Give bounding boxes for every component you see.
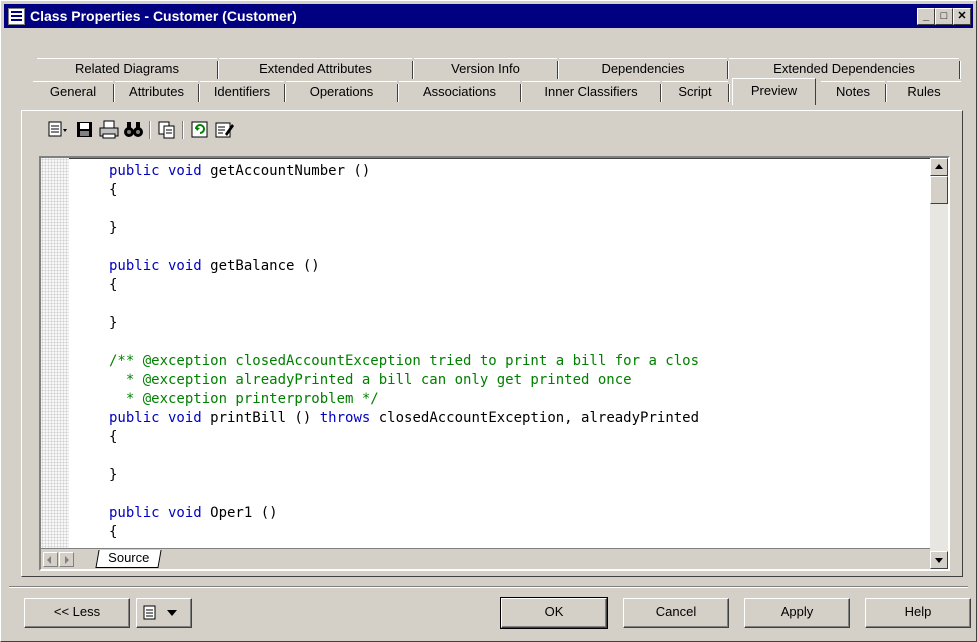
help-button[interactable]: Help — [865, 598, 971, 628]
editor-gutter — [41, 158, 69, 549]
code-token: { — [109, 429, 118, 445]
options-menu-button[interactable] — [136, 598, 192, 628]
title-bar[interactable]: Class Properties - Customer (Customer) _… — [4, 4, 973, 28]
code-line: * @exception alreadyPrinted a bill can o… — [109, 371, 699, 390]
tab-operations[interactable]: Operations — [286, 81, 399, 102]
tab-inner-classifiers[interactable]: Inner Classifiers — [522, 81, 662, 102]
code-keyword: public void — [109, 505, 202, 521]
apply-button[interactable]: Apply — [744, 598, 850, 628]
scroll-thumb[interactable] — [930, 176, 948, 204]
button-divider — [9, 586, 968, 588]
scroll-up-button[interactable] — [930, 158, 948, 176]
tab-related-diagrams[interactable]: Related Diagrams — [37, 58, 219, 79]
copy-icon[interactable] — [156, 119, 178, 141]
code-token: getBalance () — [201, 258, 320, 274]
code-token: { — [109, 182, 118, 198]
code-token: { — [109, 524, 118, 540]
code-token: printBill () — [201, 410, 320, 426]
tab-notes[interactable]: Notes — [821, 81, 887, 102]
code-line: public void getBalance () — [109, 257, 699, 276]
code-keyword: throws — [319, 410, 371, 426]
source-tab[interactable]: Source — [95, 550, 162, 568]
scroll-tabs-left-button[interactable] — [43, 552, 58, 567]
code-line: { — [109, 276, 699, 295]
tab-identifiers[interactable]: Identifiers — [200, 81, 286, 102]
dialog-window: Class Properties - Customer (Customer) _… — [0, 0, 977, 642]
tab-dependencies[interactable]: Dependencies — [559, 58, 729, 79]
edit-icon[interactable] — [213, 119, 235, 141]
tab-row-front: General Attributes Identifiers Operation… — [1, 78, 976, 105]
code-line: public void printBill () throws closedAc… — [109, 409, 699, 428]
tab-rules[interactable]: Rules — [887, 81, 961, 102]
refresh-icon[interactable] — [189, 119, 211, 141]
scroll-tabs-right-button[interactable] — [59, 552, 74, 567]
close-button[interactable]: ✕ — [953, 8, 971, 25]
tab-version-info[interactable]: Version Info — [414, 58, 559, 79]
tab-attributes[interactable]: Attributes — [115, 81, 200, 102]
code-token: closedAccountException, alreadyPrinted — [370, 410, 700, 426]
tab-associations[interactable]: Associations — [399, 81, 522, 102]
sheet-tab-bar: Source — [41, 548, 930, 569]
code-token: } — [109, 467, 118, 483]
code-preview[interactable]: public void getAccountNumber (){} public … — [39, 156, 950, 571]
code-line: } — [109, 314, 699, 333]
tab-general[interactable]: General — [33, 81, 115, 102]
code-line: * @exception printerproblem */ — [109, 390, 699, 409]
window-title: Class Properties - Customer (Customer) — [30, 8, 297, 24]
maximize-button[interactable]: □ — [935, 8, 953, 25]
code-token: getAccountNumber () — [201, 163, 371, 179]
list-menu-icon[interactable] — [46, 119, 68, 141]
tab-extended-attributes[interactable]: Extended Attributes — [219, 58, 414, 79]
tab-extended-dependencies[interactable]: Extended Dependencies — [729, 58, 961, 79]
code-line: } — [109, 219, 699, 238]
list-menu-icon — [143, 604, 159, 630]
ok-button[interactable]: OK — [500, 597, 608, 629]
cancel-button[interactable]: Cancel — [623, 598, 729, 628]
code-text[interactable]: public void getAccountNumber (){} public … — [109, 162, 699, 542]
code-token: } — [109, 220, 118, 236]
code-token: { — [109, 277, 118, 293]
code-keyword: public void — [109, 258, 202, 274]
save-icon[interactable] — [74, 119, 96, 141]
code-token: Oper1 () — [201, 505, 278, 521]
chevron-down-icon — [167, 610, 177, 616]
code-line: } — [109, 466, 699, 485]
code-line: { — [109, 523, 699, 542]
minimize-button[interactable]: _ — [917, 8, 935, 25]
scroll-down-button[interactable] — [930, 551, 948, 569]
tab-preview[interactable]: Preview — [732, 78, 816, 105]
print-icon[interactable] — [98, 119, 120, 141]
code-token: } — [109, 315, 118, 331]
tab-row-back: Related Diagrams Extended Attributes Ver… — [1, 58, 976, 80]
tab-script[interactable]: Script — [662, 81, 730, 102]
code-keyword: public void — [109, 410, 202, 426]
vertical-scrollbar[interactable] — [930, 158, 948, 569]
code-comment: * @exception alreadyPrinted a bill can o… — [109, 372, 632, 388]
code-comment: * @exception printerproblem */ — [109, 391, 379, 407]
code-line: { — [109, 181, 699, 200]
code-line: /** @exception closedAccountException tr… — [109, 352, 699, 371]
window-icon — [8, 8, 25, 25]
find-icon[interactable] — [122, 119, 144, 141]
code-line: public void getAccountNumber () — [109, 162, 699, 181]
code-comment: /** @exception closedAccountException tr… — [109, 353, 700, 369]
code-line: public void Oper1 () — [109, 504, 699, 523]
code-keyword: public void — [109, 163, 202, 179]
code-line: { — [109, 428, 699, 447]
less-button[interactable]: << Less — [24, 598, 130, 628]
